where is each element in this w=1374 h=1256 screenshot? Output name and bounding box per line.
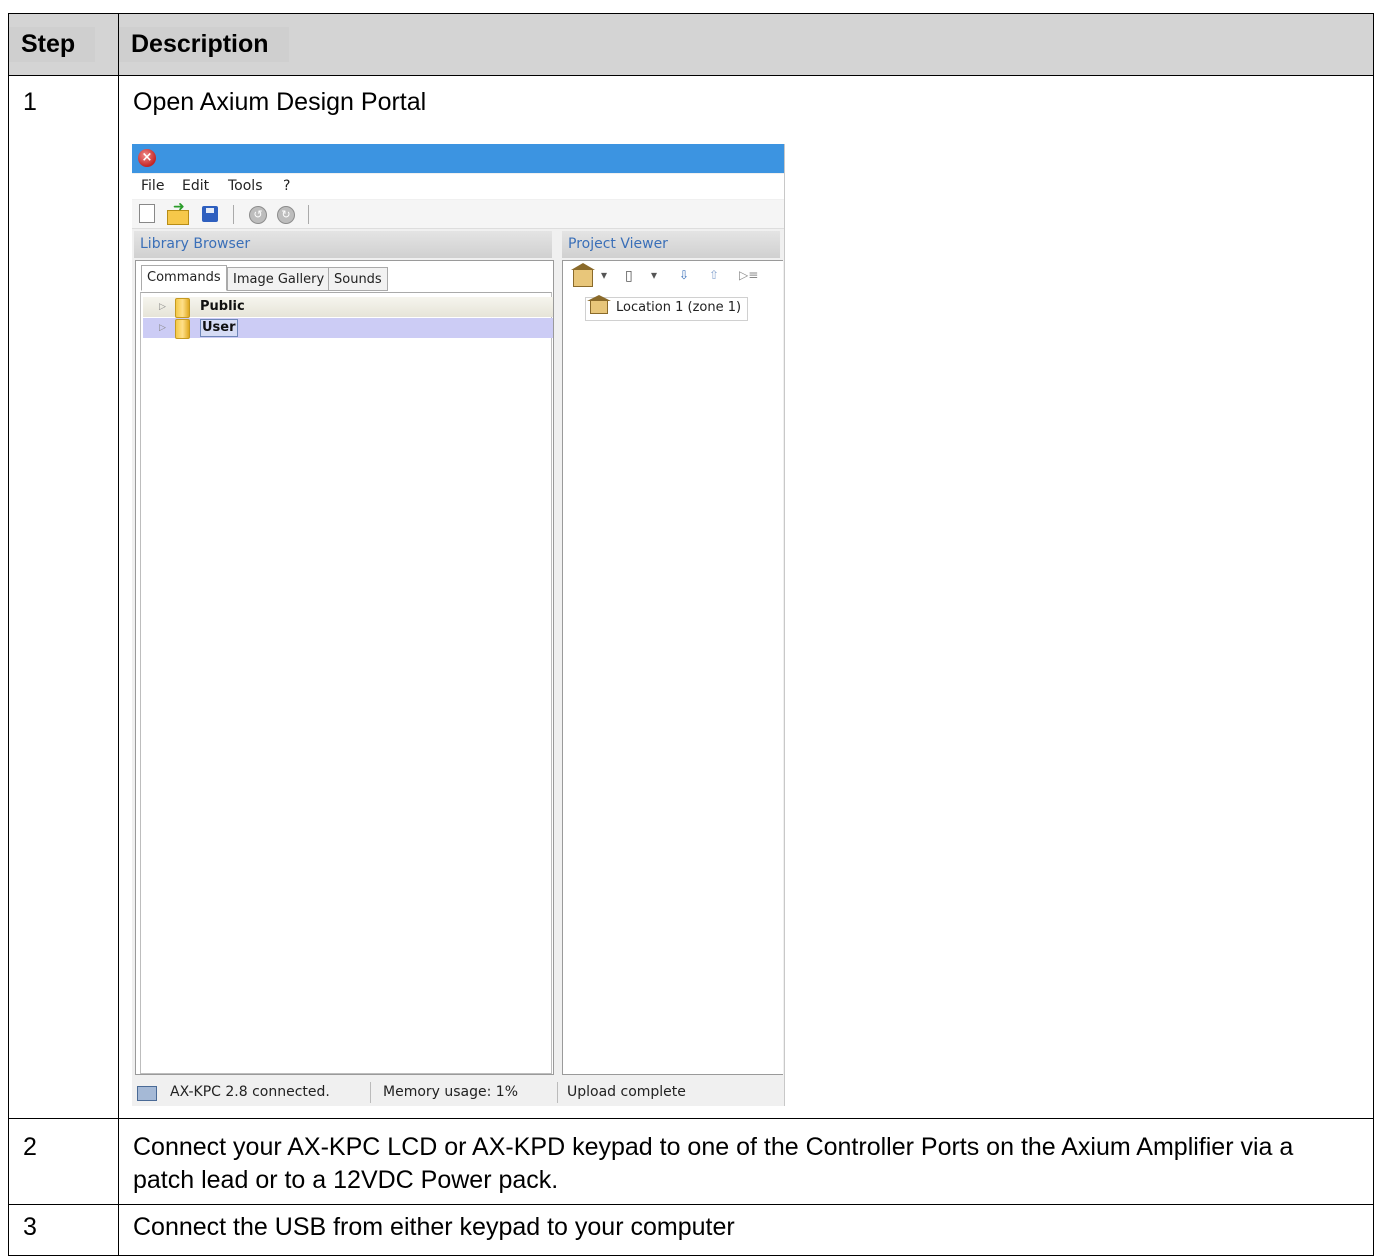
expand-arrow-icon[interactable]: ▷	[159, 318, 166, 338]
step-number: 1	[23, 88, 37, 116]
move-down-icon[interactable]: ⇩	[679, 268, 689, 282]
project-viewer-title: Project Viewer	[562, 231, 780, 258]
project-toolbar: ▾ ▯ ▾ ⇩ ⇧ ▷≡	[567, 263, 779, 289]
step-number: 2	[23, 1133, 37, 1161]
chevron-down-icon[interactable]: ▾	[601, 268, 607, 282]
header-row: Step Description	[8, 13, 1374, 76]
tab-image-gallery[interactable]: Image Gallery	[227, 267, 331, 291]
move-up-icon[interactable]: ⇧	[709, 268, 719, 282]
menu-file[interactable]: File	[141, 178, 164, 194]
toolbar-separator	[308, 205, 309, 224]
new-document-icon[interactable]	[139, 204, 155, 223]
step-header-label: Step	[9, 27, 96, 62]
upload-status: Upload complete	[567, 1084, 686, 1100]
description-cell: Connect your AX-KPC LCD or AX-KPD keypad…	[118, 1118, 1374, 1205]
add-location-icon[interactable]	[571, 263, 595, 287]
title-bar: ×	[132, 144, 784, 173]
undo-icon[interactable]: ↺	[249, 206, 267, 224]
menu-tools[interactable]: Tools	[228, 178, 263, 194]
tree-item-location[interactable]: Location 1 (zone 1)	[585, 295, 749, 321]
toolbar-separator	[233, 205, 234, 224]
library-browser-panel: Commands Image Gallery Sounds ▷ Public ▷…	[135, 260, 554, 1075]
step-cell: 1	[8, 75, 119, 1119]
menu-edit[interactable]: Edit	[182, 178, 209, 194]
open-folder-icon[interactable]: ➜	[167, 200, 189, 225]
status-divider	[557, 1082, 558, 1103]
location-label: Location 1 (zone 1)	[616, 300, 742, 315]
step-description: Connect your AX-KPC LCD or AX-KPD keypad…	[133, 1133, 1294, 1194]
device-icon[interactable]: ▯	[625, 268, 633, 284]
step-description: Open Axium Design Portal	[133, 88, 427, 116]
library-browser-title: Library Browser	[134, 231, 552, 258]
step-cell: 2	[8, 1118, 119, 1205]
redo-icon[interactable]: ↻	[277, 206, 295, 224]
menu-help[interactable]: ?	[283, 178, 290, 194]
table-row: 2 Connect your AX-KPC LCD or AX-KPD keyp…	[8, 1118, 1374, 1205]
status-bar: AX-KPC 2.8 connected. Memory usage: 1% U…	[132, 1079, 784, 1106]
status-divider	[370, 1082, 371, 1103]
chevron-down-icon[interactable]: ▾	[651, 268, 657, 282]
tree-item-label: Public	[200, 299, 245, 314]
step-description: Connect the USB from either keypad to yo…	[133, 1213, 735, 1241]
step-column-header: Step	[8, 13, 119, 76]
library-folder-icon	[175, 319, 190, 339]
close-icon[interactable]: ×	[138, 149, 156, 167]
tab-commands[interactable]: Commands	[141, 265, 227, 291]
step-number: 3	[23, 1213, 37, 1241]
table-row: 3 Connect the USB from either keypad to …	[8, 1204, 1374, 1256]
commands-tree: ▷ Public ▷ User	[140, 292, 553, 1074]
toolbar: ➜ ↺ ↻	[132, 200, 784, 229]
tree-item-user[interactable]: ▷ User	[143, 318, 553, 339]
memory-usage: Memory usage: 1%	[383, 1084, 519, 1100]
tree-item-public[interactable]: ▷ Public	[143, 297, 553, 318]
tree-item-label: User	[200, 319, 238, 337]
save-icon[interactable]	[202, 206, 218, 222]
connection-status: AX-KPC 2.8 connected.	[170, 1084, 330, 1100]
menu-bar: File Edit Tools ?	[132, 174, 784, 199]
network-icon	[137, 1086, 157, 1101]
play-icon[interactable]: ▷≡	[739, 268, 758, 282]
app-screenshot: × File Edit Tools ? ➜ ↺ ↻ Library Browse…	[132, 144, 785, 1106]
project-viewer-panel: ▾ ▯ ▾ ⇩ ⇧ ▷≡ Location 1 (zone 1)	[562, 260, 783, 1075]
location-home-icon	[587, 295, 611, 314]
tab-sounds[interactable]: Sounds	[328, 267, 388, 291]
step-cell: 3	[8, 1204, 119, 1256]
expand-arrow-icon[interactable]: ▷	[159, 297, 166, 317]
description-column-header: Description	[118, 13, 1374, 76]
description-header-label: Description	[119, 27, 289, 62]
description-cell: Connect the USB from either keypad to yo…	[118, 1204, 1374, 1256]
library-folder-icon	[175, 298, 190, 318]
